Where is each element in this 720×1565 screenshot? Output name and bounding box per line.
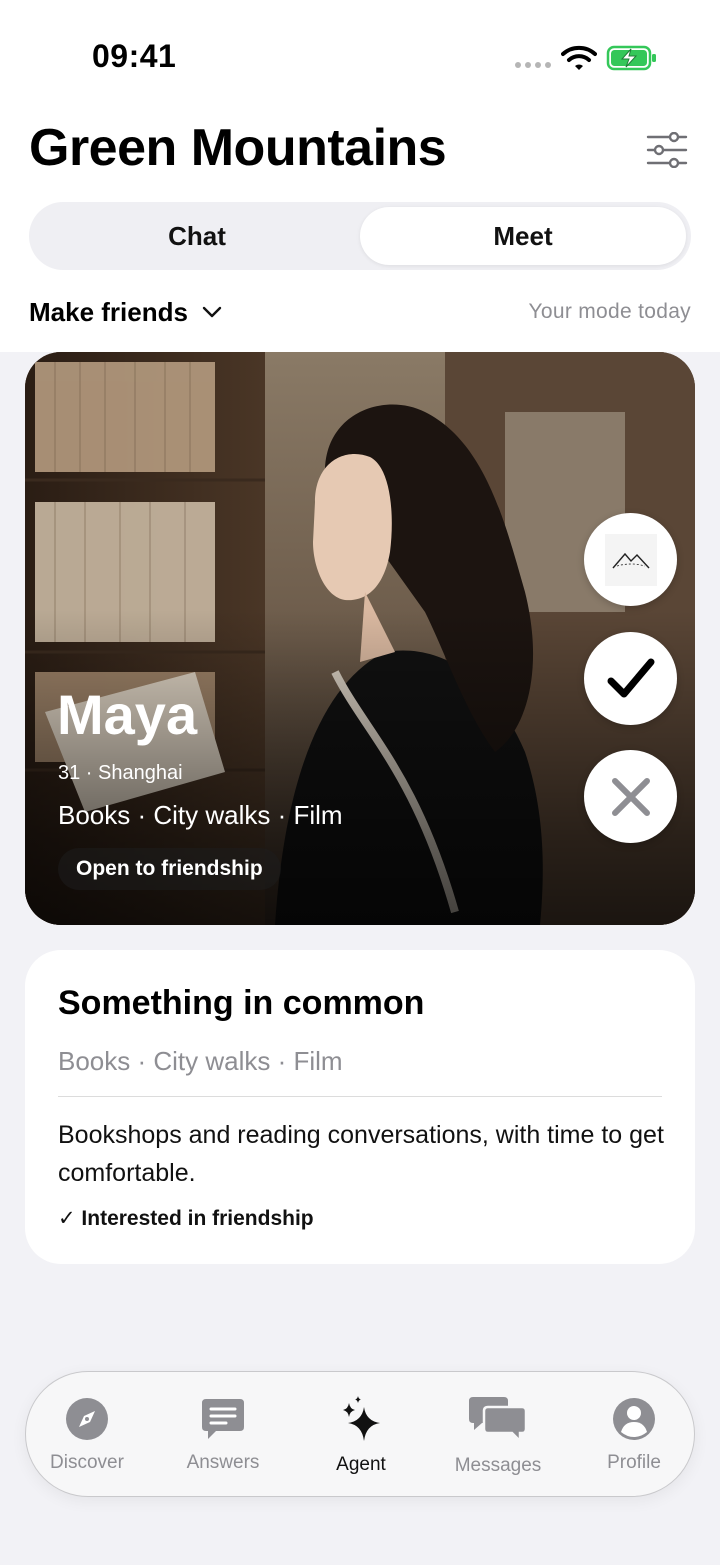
mode-dropdown[interactable]: Make friends <box>29 297 222 328</box>
tab-label: Agent <box>336 1454 386 1475</box>
mountain-logo-icon <box>604 533 657 586</box>
photo-gradient-overlay <box>25 352 695 925</box>
tab-agent[interactable]: Agent <box>297 1372 425 1498</box>
mode-row: Make friends Your mode today <box>29 292 691 332</box>
messages-bubbles-icon <box>469 1397 528 1443</box>
segment-chat[interactable]: Chat <box>34 207 360 265</box>
common-interests: Books · City walks · Film <box>58 1046 343 1076</box>
sliders-icon <box>646 132 688 168</box>
page-title: Green Mountains <box>29 119 447 177</box>
tab-label: Profile <box>607 1452 661 1473</box>
battery-charging-icon <box>606 45 656 71</box>
profile-card[interactable]: Maya 31 · Shanghai Books · City walks · … <box>25 352 695 925</box>
status-bar: 09:41 <box>0 0 720 100</box>
friendship-status: ✓ Interested in friendship <box>58 1207 314 1230</box>
close-icon <box>611 777 650 816</box>
tab-profile[interactable]: Profile <box>570 1372 698 1498</box>
common-title: Something in common <box>58 984 425 1022</box>
chat-meet-segmented-control: Chat Meet <box>29 202 691 270</box>
person-circle-icon <box>613 1398 655 1440</box>
profile-name: Maya <box>57 683 198 746</box>
divider <box>58 1096 662 1097</box>
tab-label: Discover <box>50 1452 124 1473</box>
compass-icon <box>66 1398 108 1440</box>
profile-interests: Books · City walks · Film <box>58 800 343 830</box>
common-interests-card: Something in common Books · City walks ·… <box>25 950 695 1264</box>
mode-label: Make friends <box>29 296 188 327</box>
status-time: 09:41 <box>92 38 177 74</box>
checkmark-icon <box>607 658 654 697</box>
common-description: Bookshops and reading conversations, wit… <box>58 1121 664 1187</box>
segment-meet[interactable]: Meet <box>360 207 686 265</box>
cellular-signal-icon <box>515 62 551 68</box>
like-button[interactable] <box>584 632 677 725</box>
sparkles-icon <box>343 1396 380 1441</box>
profile-age-city: 31 · Shanghai <box>58 762 183 784</box>
tab-messages[interactable]: Messages <box>434 1372 562 1498</box>
chevron-down-icon <box>202 306 222 318</box>
tab-discover[interactable]: Discover <box>23 1372 151 1498</box>
wifi-icon <box>561 45 597 70</box>
pass-button[interactable] <box>584 750 677 843</box>
chat-bubble-lines-icon <box>202 1399 244 1439</box>
mountain-logo-button[interactable] <box>584 513 677 606</box>
mode-hint: Your mode today <box>528 300 691 323</box>
filter-button[interactable] <box>640 126 694 174</box>
bottom-tab-bar: Discover Answers Agent Messages Profile <box>25 1371 695 1497</box>
tab-answers[interactable]: Answers <box>159 1372 287 1498</box>
tab-label: Answers <box>186 1452 260 1473</box>
friendship-badge: Open to friendship <box>58 848 281 890</box>
tab-label: Messages <box>454 1455 542 1476</box>
